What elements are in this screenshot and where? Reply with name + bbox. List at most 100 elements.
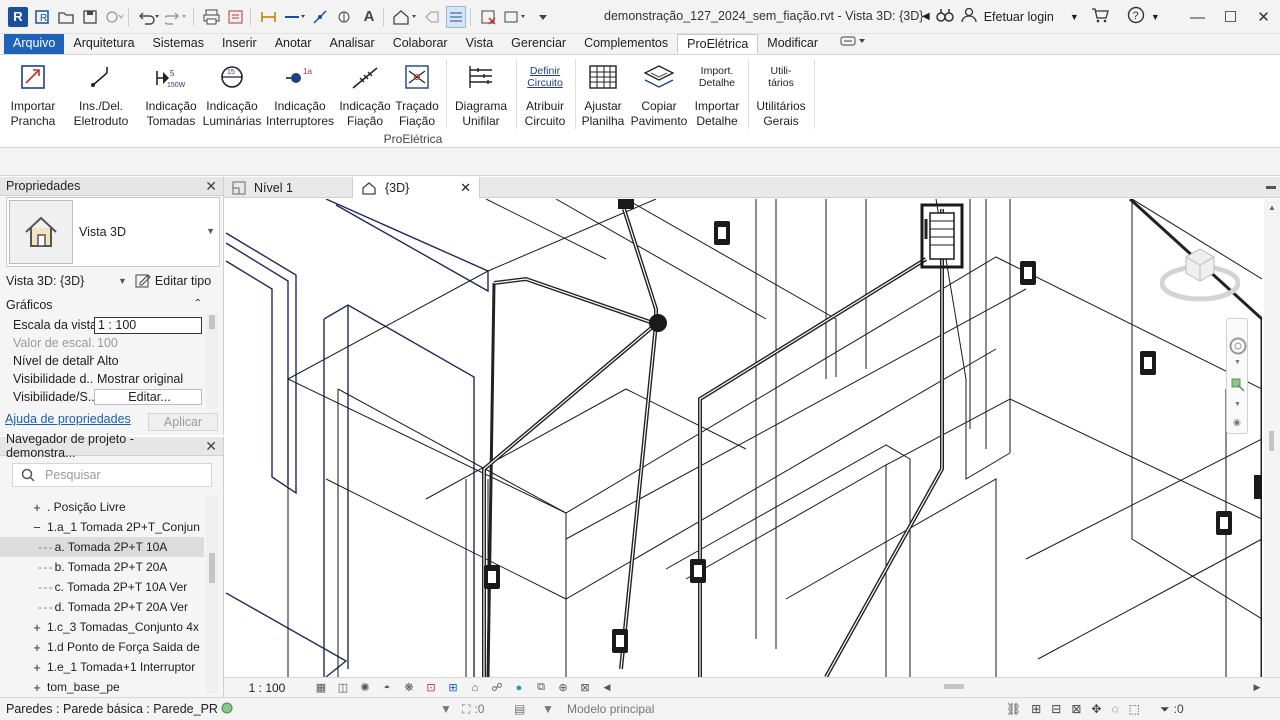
property-value-input[interactable]: 1 : 100 — [94, 316, 202, 334]
select-underlay-icon[interactable]: ⊞ — [1031, 702, 1041, 716]
close-hidden-icon[interactable] — [479, 6, 499, 28]
scroll-thumb[interactable] — [1269, 431, 1274, 451]
measure-icon[interactable] — [259, 6, 279, 28]
render-icon[interactable]: ❋ — [398, 680, 420, 696]
temp-properties-icon[interactable]: ⧉ — [530, 680, 552, 696]
tree-item[interactable]: +1.c_3 Tomadas_Conjunto 4x — [0, 617, 204, 637]
nav-bar-options-icon[interactable]: ◉ — [1233, 417, 1241, 428]
tab-vista[interactable]: Vista — [457, 34, 503, 54]
close-icon[interactable]: ✕ — [460, 180, 471, 196]
select-links-icon[interactable]: ⛓ — [1006, 702, 1021, 716]
view-tab-3d[interactable]: {3D} ✕ — [352, 177, 480, 198]
sync-icon[interactable] — [104, 6, 124, 28]
close-icon[interactable]: ✕ — [205, 438, 217, 455]
drag-elements-icon[interactable]: ✥ — [1091, 702, 1101, 716]
view-tab-nivel-1[interactable]: Nível 1 — [224, 177, 352, 198]
tab-modificar[interactable]: Modificar — [758, 34, 827, 54]
open-icon[interactable] — [56, 6, 76, 28]
importar-prancha-button[interactable]: Importar Prancha — [8, 59, 58, 129]
unlocked-3d-icon[interactable]: ⌂ — [464, 680, 486, 696]
text-icon[interactable]: A — [359, 6, 379, 28]
importar-detalhe-button[interactable]: Import. Detalhe Importar Detalhe — [690, 59, 744, 129]
properties-scrollbar[interactable] — [206, 313, 218, 409]
temp-hide-icon[interactable]: ☍ — [486, 680, 508, 696]
group-header[interactable]: Gráficos ⌃ — [6, 298, 202, 312]
select-pinned-icon[interactable]: ⊟ — [1051, 702, 1061, 716]
reveal-hidden-icon[interactable]: ● — [508, 680, 530, 696]
expand-icon[interactable]: + — [30, 620, 44, 635]
tab-colaborar[interactable]: Colaborar — [384, 34, 457, 54]
info-icon[interactable]: R — [32, 6, 52, 28]
zoom-region-icon[interactable] — [1230, 377, 1246, 396]
indicacao-fiacao-button[interactable]: Indicação Fiação — [338, 59, 392, 129]
tree-item[interactable]: +1.d Ponto de Força Saida de — [0, 637, 204, 657]
worksharing-icon[interactable] — [220, 701, 234, 718]
switch-windows-icon[interactable] — [503, 6, 529, 28]
crop-view-icon[interactable]: ⊡ — [420, 680, 442, 696]
tree-item[interactable]: −1.a_1 Tomada 2P+T_Conjun — [0, 517, 204, 537]
sheet-icon[interactable] — [226, 6, 246, 28]
save-icon[interactable] — [80, 6, 100, 28]
atribuir-circuito-button[interactable]: Definir Circuito Atribuir Circuito — [520, 59, 570, 129]
shadows-icon[interactable]: ◓ — [376, 680, 398, 696]
tag-icon[interactable] — [311, 6, 331, 28]
dropdown-arrow-icon[interactable]: ▼ — [1234, 401, 1241, 408]
scroll-thumb[interactable] — [209, 315, 215, 329]
design-option-selector[interactable]: Modelo principal — [567, 702, 654, 716]
editable-only-icon[interactable]: ⬚ — [1129, 702, 1140, 716]
tab-analisar[interactable]: Analisar — [321, 34, 384, 54]
analytical-model-icon[interactable]: ⊕ — [552, 680, 574, 696]
triangle-left-icon[interactable]: ◀ — [922, 11, 930, 22]
minimize-icon[interactable]: — — [1181, 0, 1214, 34]
apply-button[interactable]: Aplicar — [148, 413, 218, 431]
browser-scrollbar[interactable] — [206, 495, 218, 693]
cart-icon[interactable] — [1091, 7, 1109, 26]
indicacao-luminarias-button[interactable]: 15 Indicação Luminárias — [201, 59, 263, 129]
selection-count[interactable]: ⛶ :0 — [462, 702, 484, 717]
tab-sistemas[interactable]: Sistemas — [144, 34, 213, 54]
viewcube[interactable] — [1159, 237, 1241, 310]
thin-lines-icon[interactable] — [446, 5, 466, 28]
login-dropdown-icon[interactable]: ▼ — [1070, 12, 1079, 22]
detail-level-icon[interactable]: ▦ — [310, 680, 332, 696]
show-crop-icon[interactable]: ⊞ — [442, 680, 464, 696]
ajustar-planilha-button[interactable]: Ajustar Planilha — [580, 59, 626, 129]
view-tabs-menu-icon[interactable]: ▬ — [1266, 181, 1276, 192]
property-value[interactable]: Mostrar original — [94, 372, 202, 386]
dropdown-arrow-icon[interactable]: ▼ — [542, 702, 554, 716]
properties-help-link[interactable]: Ajuda de propriedades — [5, 412, 131, 426]
print-icon[interactable] — [202, 6, 222, 28]
scroll-left-icon[interactable]: ◀ — [596, 680, 618, 696]
viewport-3d[interactable] — [226, 199, 1262, 677]
undo-icon[interactable] — [137, 6, 161, 28]
browser-search-input[interactable]: Pesquisar — [12, 463, 212, 487]
dropdown-arrow-icon[interactable]: ▼ — [118, 276, 127, 286]
indicacao-interruptores-button[interactable]: 1a Indicação Interruptores — [264, 59, 336, 129]
instance-selector[interactable]: Vista 3D: {3D} — [6, 274, 118, 288]
copiar-pavimento-button[interactable]: Copiar Pavimento — [630, 59, 688, 129]
background-processes-icon[interactable]: ◌ — [1111, 702, 1118, 716]
expand-icon[interactable]: + — [30, 660, 44, 675]
tag-shape-icon[interactable] — [422, 6, 442, 28]
tree-item[interactable]: +1.e_1 Tomada+1 Interruptor — [0, 657, 204, 677]
tab-gerenciar[interactable]: Gerenciar — [502, 34, 575, 54]
maximize-icon[interactable]: ☐ — [1214, 0, 1247, 34]
tab-arquivo[interactable]: Arquivo — [4, 34, 65, 54]
tab-complementos[interactable]: Complementos — [575, 34, 677, 54]
select-by-face-icon[interactable]: ⊠ — [1071, 702, 1081, 716]
tree-item[interactable]: +. Posição Livre — [0, 497, 204, 517]
type-selector[interactable]: Vista 3D ▼ — [6, 197, 220, 267]
dropdown-arrow-icon[interactable]: ▼ — [1234, 359, 1241, 366]
tree-item[interactable]: - - - a. Tomada 2P+T 10A — [0, 537, 204, 557]
ribbon-minimize-toggle[interactable] — [831, 34, 875, 54]
tab-arquitetura[interactable]: Arquitetura — [64, 34, 143, 54]
steering-wheel-icon[interactable] — [1229, 337, 1247, 358]
dropdown-arrow-icon[interactable]: ▼ — [206, 226, 215, 236]
expand-icon[interactable]: + — [30, 500, 44, 515]
scroll-thumb[interactable] — [944, 684, 964, 689]
user-icon[interactable] — [960, 7, 978, 26]
redo-icon[interactable] — [165, 6, 189, 28]
tree-item[interactable]: - - - b. Tomada 2P+T 20A — [0, 557, 204, 577]
filter-count[interactable]: ⏷ :0 — [1160, 702, 1184, 717]
customize-qat-icon[interactable] — [533, 6, 553, 28]
